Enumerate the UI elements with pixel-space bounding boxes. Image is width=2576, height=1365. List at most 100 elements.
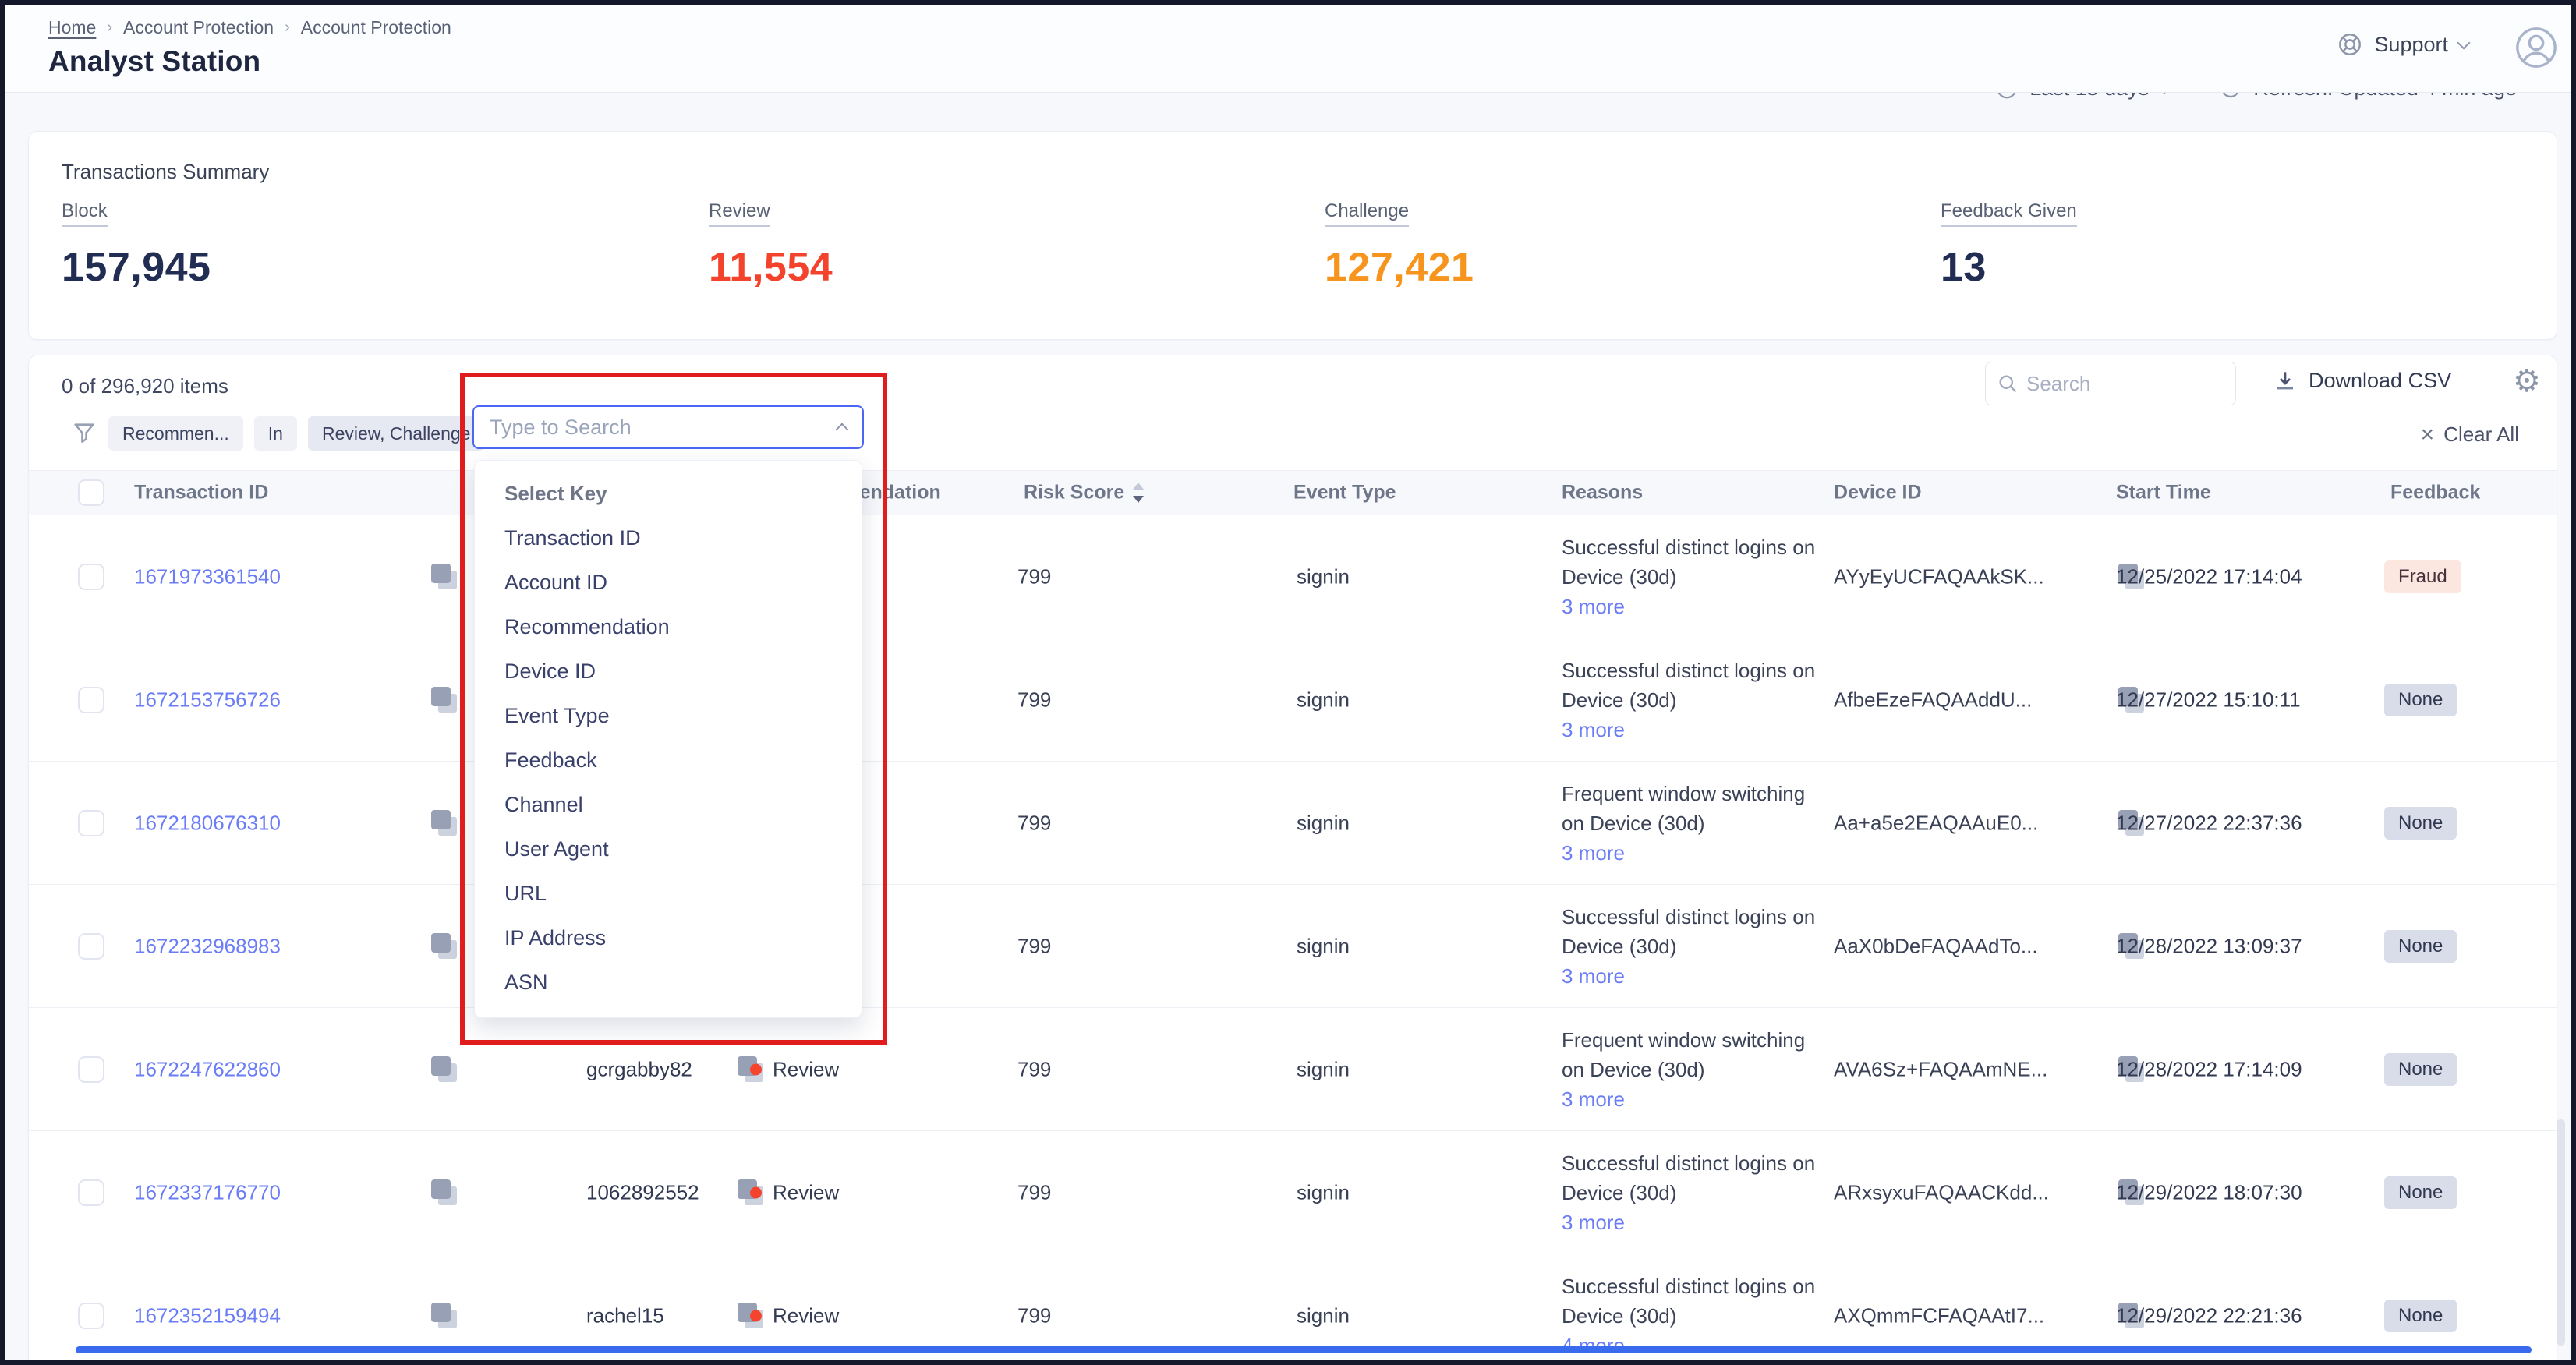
dropdown-option[interactable]: URL	[475, 872, 862, 916]
close-icon: ×	[2421, 423, 2435, 447]
table-row: 1671973361540 799 signin Successful dist…	[29, 515, 2557, 638]
row-checkbox[interactable]	[78, 810, 104, 836]
risk-score-value: 799	[1017, 1057, 1051, 1081]
summary-metric-label[interactable]: Feedback Given	[1941, 200, 2077, 227]
filter-key-chip[interactable]: Recommen...	[108, 416, 243, 451]
event-type-value: signin	[1297, 564, 1350, 589]
feedback-badge: None	[2384, 684, 2457, 716]
dropdown-option[interactable]: IP Address	[475, 916, 862, 960]
dropdown-option[interactable]: User Agent	[475, 827, 862, 872]
account-id-value: 1062892552	[586, 1180, 699, 1204]
more-reasons-link[interactable]: 3 more	[1562, 1208, 1828, 1237]
more-reasons-link[interactable]: 3 more	[1562, 838, 1828, 868]
dropdown-option[interactable]: Device ID	[475, 649, 862, 694]
summary-metric-label[interactable]: Challenge	[1325, 200, 1409, 227]
copy-icon[interactable]	[430, 1302, 458, 1330]
copy-icon[interactable]	[430, 932, 458, 960]
copy-icon[interactable]	[430, 1056, 458, 1084]
select-all-checkbox[interactable]	[78, 479, 104, 506]
col-transaction-id[interactable]: Transaction ID	[134, 482, 268, 504]
risk-score-value: 799	[1017, 1180, 1051, 1204]
transaction-id-link[interactable]: 1672180676310	[134, 811, 281, 835]
dropdown-option[interactable]: Recommendation	[475, 605, 862, 649]
transaction-id-link[interactable]: 1672352159494	[134, 1303, 281, 1328]
row-checkbox[interactable]	[78, 1303, 104, 1329]
breadcrumb-separator: ›	[107, 19, 112, 37]
download-csv-button[interactable]: Download CSV	[2273, 368, 2451, 393]
copy-icon[interactable]	[430, 809, 458, 837]
col-reasons[interactable]: Reasons	[1562, 482, 1643, 504]
page-title: Analyst Station	[48, 45, 260, 78]
more-reasons-link[interactable]: 3 more	[1562, 715, 1828, 744]
more-reasons-link[interactable]: 3 more	[1562, 961, 1828, 991]
summary-metric-value: 157,945	[62, 244, 211, 291]
col-device-id[interactable]: Device ID	[1834, 482, 1922, 504]
device-id-value: Aa+a5e2EAQAAuE0...	[1834, 811, 2038, 835]
risk-score-value: 799	[1017, 811, 1051, 835]
summary-metric: Challenge 127,421	[1325, 200, 1474, 291]
risk-score-value: 799	[1017, 1303, 1051, 1328]
user-avatar[interactable]	[2514, 25, 2559, 70]
table-row: 1672153756726 799 signin Successful dist…	[29, 638, 2557, 762]
more-reasons-link[interactable]: 3 more	[1562, 592, 1828, 621]
recommendation-cell: Review	[750, 1303, 839, 1328]
funnel-icon	[71, 420, 97, 447]
key-search-input[interactable]	[490, 416, 837, 440]
col-risk-score[interactable]: Risk Score	[1024, 482, 1124, 504]
dropdown-option[interactable]: Feedback	[475, 738, 862, 783]
transaction-id-link[interactable]: 1672337176770	[134, 1180, 281, 1204]
search-input[interactable]	[2026, 372, 2224, 396]
more-reasons-link[interactable]: 3 more	[1562, 1084, 1828, 1114]
transaction-id-link[interactable]: 1671973361540	[134, 564, 281, 589]
event-type-value: signin	[1297, 1057, 1350, 1081]
reasons-cell: Frequent window switching on Device (30d…	[1562, 1025, 1828, 1114]
col-event-type[interactable]: Event Type	[1293, 482, 1396, 504]
transaction-id-link[interactable]: 1672153756726	[134, 688, 281, 712]
clear-all-button[interactable]: × Clear All	[2421, 423, 2519, 447]
row-checkbox[interactable]	[78, 564, 104, 590]
row-checkbox[interactable]	[78, 1179, 104, 1206]
dropdown-option[interactable]: ASN	[475, 960, 862, 1005]
filter-row: Recommen... In Review, Challenge	[71, 416, 484, 451]
event-type-value: signin	[1297, 1303, 1350, 1328]
vertical-scrollbar[interactable]	[2557, 1119, 2565, 1346]
filter-operator-chip[interactable]: In	[254, 416, 297, 451]
transaction-id-link[interactable]: 1672247622860	[134, 1057, 281, 1081]
row-checkbox[interactable]	[78, 1056, 104, 1083]
recommendation-value: Review	[773, 1180, 839, 1204]
filter-values-chip[interactable]: Review, Challenge	[308, 416, 485, 451]
support-menu[interactable]: Support	[2337, 31, 2468, 58]
horizontal-scrollbar[interactable]	[76, 1346, 2532, 1353]
breadcrumb-item[interactable]: Account Protection	[123, 17, 274, 38]
transaction-id-link[interactable]: 1672232968983	[134, 934, 281, 958]
more-reasons-link[interactable]: 4 more	[1562, 1331, 1828, 1360]
copy-icon[interactable]	[430, 563, 458, 591]
dropdown-option[interactable]: Event Type	[475, 694, 862, 738]
start-time-value: 12/25/2022 17:14:04	[2116, 564, 2302, 589]
dropdown-option[interactable]: Transaction ID	[475, 516, 862, 560]
dropdown-option[interactable]: Channel	[475, 783, 862, 827]
row-checkbox[interactable]	[78, 933, 104, 960]
summary-metric-label[interactable]: Review	[709, 200, 770, 227]
gear-icon[interactable]: ⚙	[2513, 363, 2541, 399]
summary-metric-label[interactable]: Block	[62, 200, 108, 227]
device-id-value: AYyEyUCFAQAAkSK...	[1834, 564, 2044, 589]
sort-icon[interactable]	[1133, 481, 1145, 504]
col-feedback[interactable]: Feedback	[2390, 482, 2480, 504]
device-id-value: ARxsyxuFAQAACKdd...	[1834, 1180, 2049, 1204]
chevron-up-icon[interactable]	[836, 423, 849, 437]
table-row: 1672180676310 799 signin Frequent window…	[29, 762, 2557, 885]
row-checkbox[interactable]	[78, 687, 104, 713]
device-id-value: AaX0bDeFAQAAdTo...	[1834, 934, 2038, 958]
breadcrumb-home-link[interactable]: Home	[48, 17, 96, 38]
dropdown-option[interactable]: Account ID	[475, 560, 862, 605]
reasons-cell: Successful distinct logins on Device (30…	[1562, 532, 1828, 621]
transactions-table-card: 0 of 296,920 items Download CSV ⚙ Recomm…	[28, 355, 2557, 1360]
copy-icon[interactable]	[430, 686, 458, 714]
device-id-value: AVA6Sz+FAQAAmNE...	[1834, 1057, 2047, 1081]
device-id-value: AXQmmFCFAQAAtI7...	[1834, 1303, 2044, 1328]
breadcrumb-separator: ›	[285, 19, 290, 37]
table-body: 1671973361540 799 signin Successful dist…	[29, 515, 2557, 1360]
col-start-time[interactable]: Start Time	[2116, 482, 2211, 504]
copy-icon[interactable]	[430, 1179, 458, 1207]
